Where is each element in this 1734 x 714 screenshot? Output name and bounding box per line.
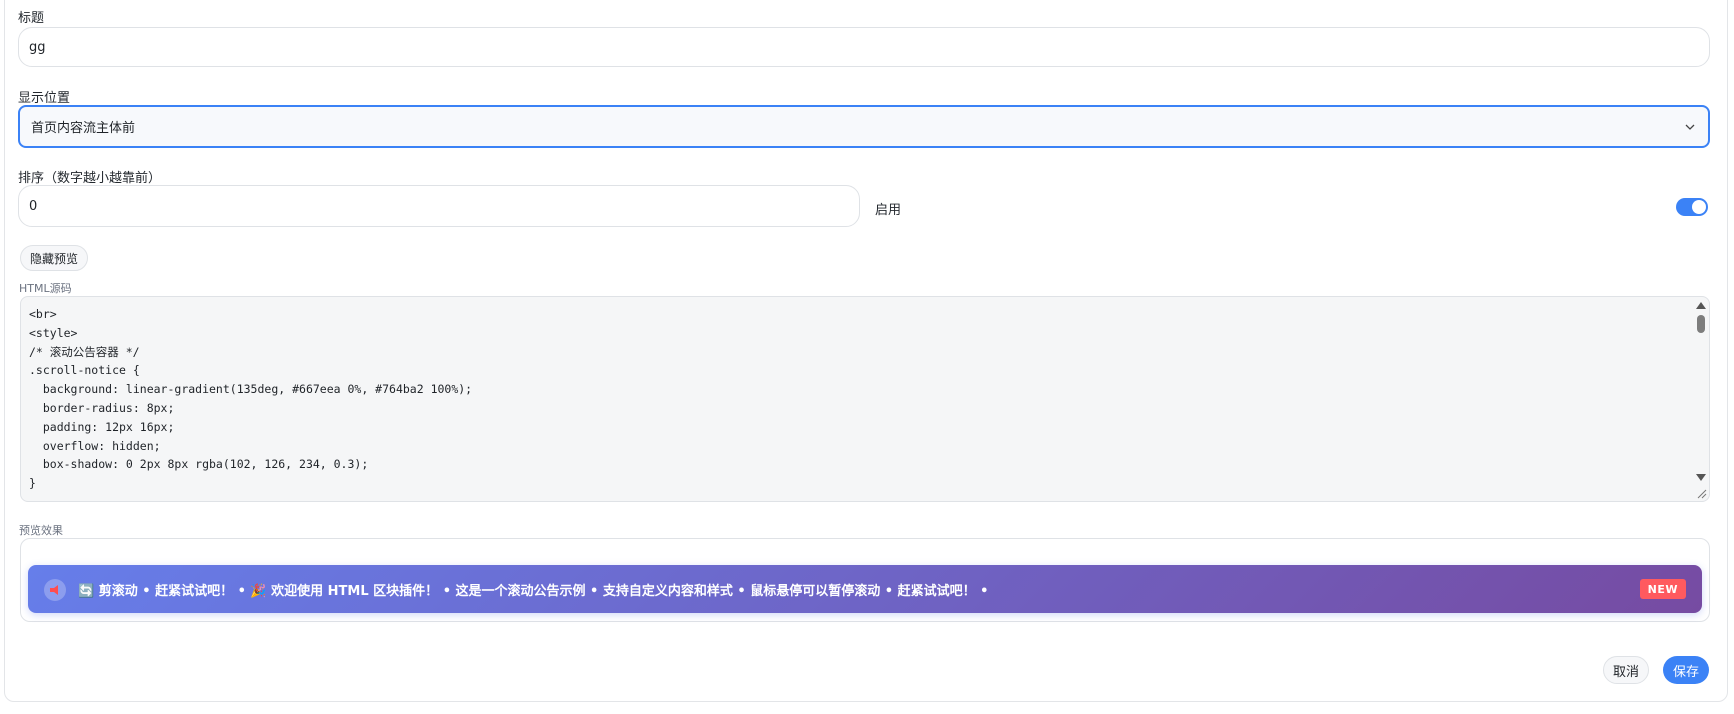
order-input-value: 0 <box>29 198 38 214</box>
enabled-toggle[interactable] <box>1676 198 1708 216</box>
title-input-value: gg <box>29 39 46 55</box>
scroll-down-arrow-icon[interactable] <box>1696 474 1706 481</box>
position-label: 显示位置 <box>18 91 71 106</box>
html-source-code: <br> <style> /* 滚动公告容器 */ .scroll-notice… <box>29 307 473 491</box>
resize-grip-icon[interactable] <box>1695 487 1707 499</box>
save-button[interactable]: 保存 <box>1663 656 1709 684</box>
position-select-value: 首页内容流主体前 <box>31 121 136 136</box>
position-select[interactable]: 首页内容流主体前 <box>18 105 1710 148</box>
preview-label: 预览效果 <box>19 524 63 537</box>
title-input[interactable]: gg <box>18 27 1710 67</box>
toggle-knob <box>1692 200 1706 214</box>
hide-preview-button[interactable]: 隐藏预览 <box>20 245 88 271</box>
cancel-button[interactable]: 取消 <box>1603 656 1649 684</box>
enabled-label: 启用 <box>875 203 902 218</box>
new-badge: NEW <box>1639 579 1686 599</box>
title-label: 标题 <box>18 11 45 26</box>
scrollbar-thumb[interactable] <box>1697 315 1705 333</box>
html-source-editor[interactable]: <br> <style> /* 滚动公告容器 */ .scroll-notice… <box>20 296 1710 502</box>
scroll-up-arrow-icon[interactable] <box>1696 302 1706 309</box>
order-input[interactable]: 0 <box>18 185 860 227</box>
chevron-down-icon <box>1685 124 1695 130</box>
html-source-label: HTML源码 <box>19 282 72 295</box>
megaphone-icon <box>44 579 66 601</box>
order-label: 排序（数字越小越靠前） <box>18 171 162 186</box>
scroll-notice: 🔄 剪滚动 • 赶紧试试吧！ • 🎉 欢迎使用 HTML 区块插件！ • 这是一… <box>28 565 1702 613</box>
notice-text: 🔄 剪滚动 • 赶紧试试吧！ • 🎉 欢迎使用 HTML 区块插件！ • 这是一… <box>78 583 989 599</box>
